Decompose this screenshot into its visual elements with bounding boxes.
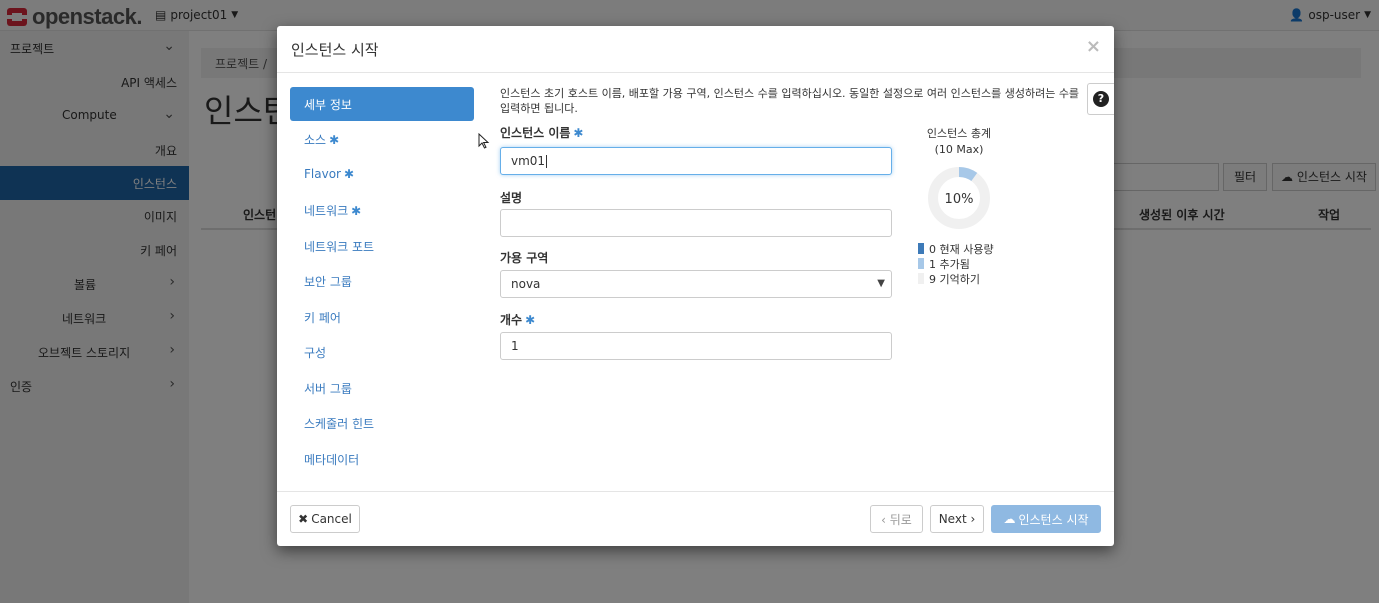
quota-legend: 0 현재 사용량 1 추가됨 9 기억하기 <box>918 241 994 286</box>
donut-added-arc <box>958 167 978 182</box>
legend-item-added: 1 추가됨 <box>918 256 994 271</box>
mouse-cursor-icon <box>478 133 490 149</box>
cancel-label: Cancel <box>311 512 352 526</box>
cancel-button[interactable]: ✖ Cancel <box>290 505 360 533</box>
quota-max-text: (10 Max) <box>934 143 984 156</box>
wizard-step-configuration[interactable]: 구성 <box>290 335 474 369</box>
legend-text: 0 현재 사용량 <box>929 242 994 256</box>
required-mark: ✱ <box>525 313 536 327</box>
legend-text: 1 추가됨 <box>929 257 970 271</box>
help-button[interactable]: ? <box>1087 83 1114 115</box>
wizard-step-details[interactable]: 세부 정보 <box>290 87 474 121</box>
wizard-step-label: 메타데이터 <box>304 453 360 467</box>
count-label-text: 개수 <box>500 313 523 327</box>
legend-swatch <box>918 243 924 254</box>
close-icon[interactable]: × <box>1086 36 1101 57</box>
wizard-step-label: 키 페어 <box>304 311 341 325</box>
wizard-step-label: 네트워크 <box>304 204 349 218</box>
legend-swatch <box>918 258 924 269</box>
wizard-step-network[interactable]: 네트워크 ✱ <box>290 193 474 227</box>
wizard-step-network-ports[interactable]: 네트워크 포트 <box>290 229 474 263</box>
wizard-step-label: Flavor <box>304 167 341 181</box>
instance-name-value: vm01 <box>511 154 546 168</box>
description-label: 설명 <box>500 191 523 205</box>
launch-instance-submit-label: 인스턴스 시작 <box>1018 512 1089 527</box>
help-text: 인스턴스 초기 호스트 이름, 배포할 가용 구역, 인스턴스 수를 입력하십시… <box>500 87 1080 115</box>
instance-name-label-text: 인스턴스 이름 <box>500 126 571 140</box>
availability-zone-select[interactable]: nova ▼ <box>500 270 892 298</box>
availability-zone-label: 가용 구역 <box>500 251 549 265</box>
required-mark: ✱ <box>329 133 340 147</box>
question-icon: ? <box>1093 91 1109 107</box>
wizard-step-label: 구성 <box>304 346 327 360</box>
text-caret <box>546 155 548 168</box>
wizard-step-label: 세부 정보 <box>304 98 352 112</box>
launch-instance-submit-button[interactable]: ☁ 인스턴스 시작 <box>991 505 1101 533</box>
modal-footer: ✖ Cancel ‹ 뒤로 Next › ☁ 인스턴스 시작 <box>277 491 1114 546</box>
required-mark: ✱ <box>343 167 355 181</box>
description-input[interactable] <box>500 209 892 237</box>
quota-donut-chart: 10% <box>928 167 990 229</box>
wizard-step-source[interactable]: 소스 ✱ <box>290 122 474 156</box>
wizard-step-server-groups[interactable]: 서버 그룹 <box>290 371 474 405</box>
legend-item-current: 0 현재 사용량 <box>918 241 994 256</box>
modal-header: 인스턴스 시작 × <box>277 26 1114 73</box>
legend-item-remaining: 9 기억하기 <box>918 271 994 286</box>
next-button[interactable]: Next › <box>930 505 984 533</box>
count-input[interactable]: 1 <box>500 332 892 360</box>
wizard-step-label: 보안 그룹 <box>304 275 352 289</box>
wizard-step-scheduler-hints[interactable]: 스케줄러 힌트 <box>290 406 474 440</box>
count-label: 개수 ✱ <box>500 311 535 328</box>
wizard-step-metadata[interactable]: 메타데이터 <box>290 442 474 476</box>
availability-zone-value: nova <box>511 277 541 291</box>
wizard-step-label: 네트워크 포트 <box>304 240 375 254</box>
back-button[interactable]: ‹ 뒤로 <box>870 505 923 533</box>
wizard-step-flavor[interactable]: Flavor ✱ <box>290 158 474 192</box>
close-icon: ✖ <box>298 512 309 526</box>
quota-percent-label: 10% <box>945 192 974 207</box>
required-mark: ✱ <box>573 126 584 140</box>
wizard-step-label: 서버 그룹 <box>304 382 352 396</box>
required-mark: ✱ <box>351 204 362 218</box>
chevron-down-icon: ▼ <box>877 278 885 289</box>
legend-text: 9 기억하기 <box>929 272 980 286</box>
instance-name-label: 인스턴스 이름 ✱ <box>500 124 583 141</box>
wizard-step-security-groups[interactable]: 보안 그룹 <box>290 264 474 298</box>
cloud-upload-icon: ☁ <box>1003 512 1016 526</box>
instance-name-input[interactable]: vm01 <box>500 147 892 175</box>
quota-title: 인스턴스 총계 (10 Max) <box>909 126 1009 158</box>
legend-swatch <box>918 273 924 284</box>
wizard-step-key-pair[interactable]: 키 페어 <box>290 300 474 334</box>
wizard-step-label: 소스 <box>304 133 327 147</box>
modal-title: 인스턴스 시작 <box>291 41 379 59</box>
launch-instance-modal: 인스턴스 시작 × 세부 정보 소스 ✱ Flavor ✱ 네트워크 ✱ 네트워크 포… <box>277 26 1114 546</box>
quota-title-text: 인스턴스 총계 <box>926 127 992 140</box>
wizard-step-label: 스케줄러 힌트 <box>304 417 375 431</box>
